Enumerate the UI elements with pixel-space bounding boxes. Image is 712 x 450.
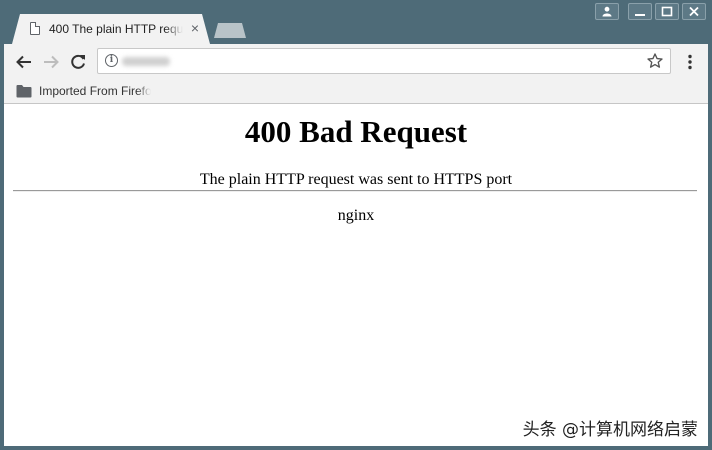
divider: [13, 190, 697, 192]
browser-toolbar: i: [4, 44, 708, 80]
server-signature: nginx: [337, 207, 375, 224]
bookmarks-bar: Imported From Firefox: [4, 80, 708, 104]
page-icon: [30, 22, 40, 35]
new-tab-button[interactable]: [214, 23, 246, 38]
maximize-button[interactable]: [655, 3, 679, 20]
back-arrow-icon[interactable]: [14, 52, 34, 72]
error-message: The plain HTTP request was sent to HTTPS…: [199, 171, 513, 188]
close-icon: [689, 6, 699, 17]
person-icon: [602, 6, 612, 17]
bookmark-folder-imported[interactable]: Imported From Firefox: [39, 83, 151, 99]
address-bar[interactable]: i: [97, 48, 671, 74]
folder-icon: [16, 85, 32, 98]
close-tab-icon[interactable]: ×: [188, 21, 202, 35]
profile-button[interactable]: [595, 3, 619, 20]
forward-arrow-icon[interactable]: [41, 52, 61, 72]
browser-window: 400 The plain HTTP request was sent to H…: [0, 0, 712, 450]
tab-strip: 400 The plain HTTP request was sent to H…: [0, 0, 712, 44]
kebab-menu-icon[interactable]: [680, 52, 700, 72]
bookmark-star-icon[interactable]: [646, 52, 664, 70]
reload-icon[interactable]: [68, 52, 88, 72]
window-controls: [595, 3, 706, 20]
url-text-blurred: [122, 57, 170, 66]
tab-title: 400 The plain HTTP request was sent to H…: [49, 21, 183, 37]
page-heading: 400 Bad Request: [244, 114, 468, 149]
close-window-button[interactable]: [682, 3, 706, 20]
site-info-icon[interactable]: i: [105, 54, 118, 67]
watermark: 头条 @计算机网络启蒙: [522, 420, 698, 440]
maximize-icon: [661, 6, 673, 17]
minimize-icon: [635, 14, 645, 16]
page-content: 400 Bad Request The plain HTTP request w…: [4, 104, 708, 446]
minimize-button[interactable]: [628, 3, 652, 20]
active-tab[interactable]: 400 The plain HTTP request was sent to H…: [12, 14, 210, 44]
